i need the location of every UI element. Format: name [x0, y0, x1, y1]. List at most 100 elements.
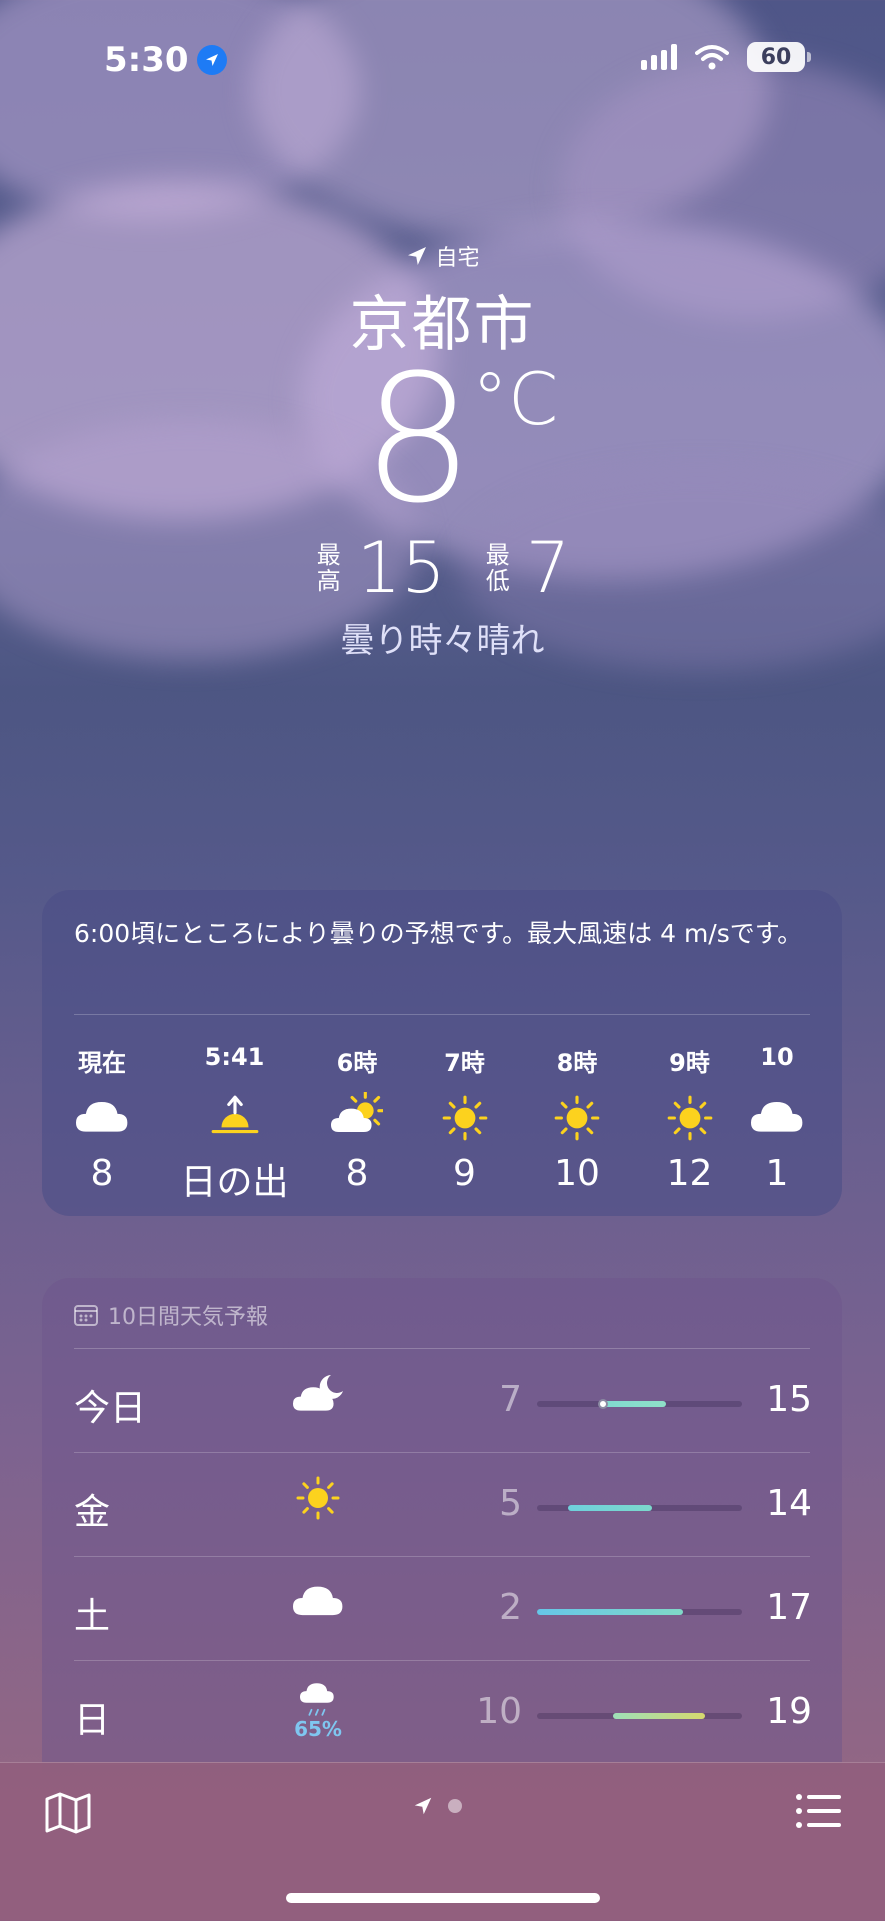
forecast-title: 10日間天気予報 [42, 1278, 842, 1348]
sun-icon [296, 1476, 340, 1520]
day-high: 15 [766, 1379, 812, 1420]
hour-value: 日の出 [180, 1162, 289, 1203]
high-label-text: 最高 [316, 541, 341, 595]
forecast-summary: 6:00頃にところにより曇りの予想です。最大風速は 4 m/sです。 [74, 919, 803, 948]
day-icon [278, 1577, 358, 1637]
day-icon [278, 1369, 358, 1429]
temperature-range-fill [598, 1401, 667, 1407]
hour-label: 7時 [444, 1049, 485, 1077]
high-label: 最高 [315, 542, 343, 594]
home-location-label: 自宅 [0, 240, 885, 272]
hour-value: 9 [453, 1153, 476, 1194]
hour-icon [307, 1083, 407, 1153]
cloud-icon [751, 1101, 803, 1132]
hour-value: 10 [554, 1153, 600, 1194]
forecast-title-text: 10日間天気予報 [108, 1305, 268, 1330]
hour-label: 現在 [78, 1049, 126, 1077]
day-low: 2 [499, 1587, 522, 1628]
current-weather: 自宅 京都市 8 °C 最高 15 最低 7 曇り時々晴れ [0, 240, 885, 662]
sun-icon [667, 1095, 712, 1141]
hour-icon [747, 1083, 807, 1153]
day-name: 日 [74, 1700, 111, 1741]
hour-icon [42, 1083, 162, 1153]
map-icon [45, 1792, 91, 1834]
battery-level: 60 [760, 44, 792, 70]
home-label: 自宅 [435, 246, 480, 271]
day-icon: 65% [278, 1681, 358, 1741]
hour-value: 8 [90, 1153, 114, 1194]
ten-day-forecast-card[interactable]: 10日間天気予報 今日 7 15 金 5 14 土 2 17 日 65% 10 [42, 1278, 842, 1778]
hour-icon [522, 1083, 632, 1153]
status-time: 5:30 [104, 40, 227, 80]
hourly-forecast-card[interactable]: 6:00頃にところにより曇りの予想です。最大風速は 4 m/sです。 現在 85… [42, 890, 842, 1216]
hour-label: 5:41 [204, 1043, 265, 1071]
hour-value: 8 [345, 1153, 369, 1194]
temperature-range-bar [537, 1505, 742, 1511]
hour-item: 7時 9 [407, 1043, 522, 1205]
city-list-button[interactable] [795, 1793, 843, 1833]
day-high: 14 [766, 1483, 812, 1524]
condition-text: 曇り時々晴れ [340, 621, 545, 661]
status-time-text: 5:30 [104, 40, 189, 80]
day-high: 17 [766, 1587, 812, 1628]
day-name: 土 [74, 1596, 111, 1637]
sunrise-icon [211, 1095, 258, 1134]
bottom-toolbar [0, 1762, 885, 1921]
location-arrow-icon [414, 1797, 432, 1815]
hour-label: 8時 [556, 1049, 598, 1077]
home-indicator[interactable] [286, 1893, 600, 1903]
low-label: 最低 [484, 542, 512, 594]
low-label-text: 最低 [485, 541, 510, 595]
day-low: 5 [499, 1483, 522, 1524]
battery-icon: 60 [747, 42, 811, 72]
hour-value: 12 [666, 1153, 713, 1194]
rain-icon [300, 1683, 334, 1716]
temperature-range-bar [537, 1713, 742, 1719]
forecast-day-row[interactable]: 今日 7 15 [42, 1349, 842, 1453]
current-temperature: 8 °C [0, 337, 885, 542]
hour-item: 9時 12 [632, 1043, 747, 1205]
current-temp-marker [597, 1399, 608, 1409]
hour-item: 10 1 [747, 1043, 807, 1205]
temperature-range-fill [612, 1713, 706, 1719]
calendar-icon [74, 1305, 98, 1326]
temperature-range-fill [537, 1609, 683, 1615]
day-low: 7 [499, 1379, 522, 1420]
forecast-day-row[interactable]: 金 5 14 [42, 1453, 842, 1557]
list-icon [796, 1794, 841, 1828]
forecast-day-row[interactable]: 土 2 17 [42, 1557, 842, 1661]
day-list: 今日 7 15 金 5 14 土 2 17 日 65% 10 19 [42, 1349, 842, 1765]
hour-value: 1 [765, 1153, 789, 1194]
hour-icon [162, 1083, 307, 1153]
cloud-icon [76, 1101, 128, 1132]
low-value: 7 [525, 527, 571, 609]
temperature-unit: °C [472, 357, 559, 441]
map-button[interactable] [44, 1791, 92, 1839]
temperature-range-bar [537, 1399, 742, 1409]
hour-icon [632, 1083, 747, 1153]
day-name: 金 [74, 1492, 111, 1533]
day-name: 今日 [74, 1388, 147, 1429]
day-high: 19 [766, 1691, 812, 1732]
temperature-range-fill [567, 1505, 652, 1511]
location-arrow-icon [196, 45, 227, 75]
day-low: 10 [476, 1691, 522, 1732]
temperature-range-bar [537, 1609, 742, 1615]
cellular-signal-icon [641, 44, 677, 70]
status-bar: 5:30 60 [0, 0, 885, 110]
page-dot[interactable] [448, 1799, 462, 1813]
forecast-day-row[interactable]: 日 65% 10 19 [42, 1661, 842, 1765]
hour-icon [407, 1083, 522, 1153]
partly-cloudy-moon-icon [293, 1375, 343, 1411]
location-arrow-icon [408, 247, 427, 265]
page-indicator[interactable] [412, 1795, 462, 1817]
hour-label: 6時 [336, 1049, 378, 1077]
wifi-icon [695, 45, 729, 70]
precipitation-chance: 65% [294, 1717, 342, 1741]
cloud-icon [293, 1586, 343, 1616]
temperature-value: 8 [362, 337, 474, 542]
hour-item: 現在 8 [42, 1043, 162, 1205]
sun-icon [554, 1095, 600, 1141]
hour-item: 5:41 日の出 [162, 1043, 307, 1205]
hourly-scroller[interactable]: 現在 8 5:41 日の出 6時 8 7時 9 8時 10 9時 12 10 1 [42, 1015, 842, 1205]
